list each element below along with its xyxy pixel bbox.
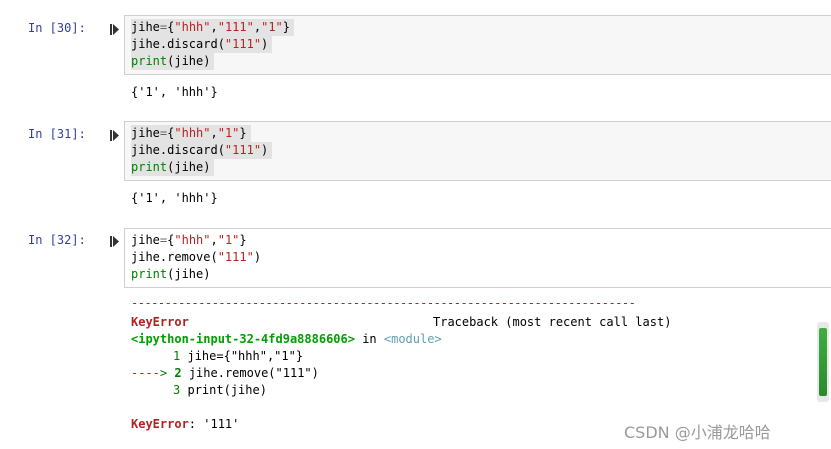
code-token: "1" <box>217 233 240 247</box>
code-token: jihe.remove( <box>131 250 218 264</box>
code-token: } <box>239 126 247 140</box>
code-token: print <box>131 160 168 174</box>
traceback-label: Traceback (most recent call last) <box>433 315 672 329</box>
final-error: KeyError: '111' <box>131 416 239 433</box>
code-line: jihe={"hhh","111","1"} <box>131 19 295 36</box>
line-code: jihe.remove("111") <box>188 366 319 380</box>
code-line: jihe.remove("111") <box>131 249 261 266</box>
cell-prompt: In [30]: <box>28 21 86 35</box>
final-error-message: : '111' <box>188 417 240 431</box>
code-token: , <box>253 20 262 34</box>
code-line: print(jihe) <box>131 53 215 70</box>
code-token: "111" <box>217 250 254 264</box>
code-line: jihe={"hhh","1"} <box>131 125 251 142</box>
line-number: 2 <box>174 366 182 380</box>
cell-prompt: In [32]: <box>28 233 86 247</box>
run-cell-icon[interactable] <box>110 236 119 247</box>
code-token: "hhh" <box>174 126 211 140</box>
code-token: , <box>210 126 218 140</box>
final-error-name: KeyError <box>131 417 189 431</box>
watermark: CSDN @小浦龙哈哈 <box>624 423 771 442</box>
traceback-location: <ipython-input-32-4fd9a8886606> in <modu… <box>131 331 442 348</box>
scrollbar-thumb[interactable] <box>819 328 827 396</box>
code-token: ) <box>253 250 262 264</box>
code-token: , <box>210 233 218 247</box>
code-line: jihe.discard("111") <box>131 142 273 159</box>
code-token: jihe.discard( <box>131 143 225 157</box>
code-token: jihe <box>131 20 160 34</box>
code-token: "1" <box>217 126 240 140</box>
code-token: "hhh" <box>174 233 211 247</box>
code-line: print(jihe) <box>131 159 215 176</box>
line-number: 3 <box>173 383 181 397</box>
code-token: "hhh" <box>174 20 211 34</box>
line-code: print(jihe) <box>187 383 267 397</box>
traceback-line-3: 3 print(jihe) <box>173 382 267 399</box>
code-line: print(jihe) <box>131 266 210 283</box>
code-token: "111" <box>224 143 262 157</box>
traceback-separator: ----------------------------------------… <box>131 296 636 310</box>
line-code: jihe={"hhh","1"} <box>187 349 304 363</box>
traceback-line-2: ----> 2 jihe.remove("111") <box>131 365 319 382</box>
code-line: jihe.discard("111") <box>131 36 273 53</box>
code-token: print <box>131 267 168 281</box>
code-token: "111" <box>217 20 254 34</box>
code-token: (jihe) <box>167 160 211 174</box>
cell-output: {'1', 'hhh'} <box>131 191 218 205</box>
run-cell-icon[interactable] <box>110 130 119 141</box>
traceback-line-1: 1 jihe={"hhh","1"} <box>173 348 303 365</box>
code-input-area[interactable]: jihe={"hhh","1"} jihe.discard("111") pri… <box>124 121 831 181</box>
code-token: print <box>131 54 168 68</box>
cell-output: {'1', 'hhh'} <box>131 85 218 99</box>
code-token: jihe <box>131 233 160 247</box>
code-token: ) <box>261 143 269 157</box>
traceback-header: KeyError <box>131 314 189 331</box>
code-token: jihe <box>131 126 160 140</box>
code-token: , <box>210 20 218 34</box>
code-token: (jihe) <box>167 54 211 68</box>
cell-prompt: In [31]: <box>28 127 86 141</box>
line-number: 1 <box>173 349 181 363</box>
code-token: ) <box>261 37 269 51</box>
code-token: jihe.discard( <box>131 37 225 51</box>
code-input-area[interactable]: jihe={"hhh","1"} jihe.remove("111") prin… <box>124 228 831 288</box>
input-ref: <ipython-input-32-4fd9a8886606> <box>131 332 355 346</box>
module-ref: <module> <box>383 332 442 346</box>
error-arrow: ----> <box>131 366 168 380</box>
code-line: jihe={"hhh","1"} <box>131 232 247 249</box>
run-cell-icon[interactable] <box>110 24 119 35</box>
error-name: KeyError <box>131 315 189 329</box>
code-token: "111" <box>224 37 262 51</box>
in-word: in <box>354 332 384 346</box>
code-token: } <box>239 233 247 247</box>
code-token: } <box>282 20 291 34</box>
code-input-area[interactable]: jihe={"hhh","111","1"} jihe.discard("111… <box>124 15 831 75</box>
code-token: "1" <box>261 20 283 34</box>
code-token: (jihe) <box>167 267 211 281</box>
